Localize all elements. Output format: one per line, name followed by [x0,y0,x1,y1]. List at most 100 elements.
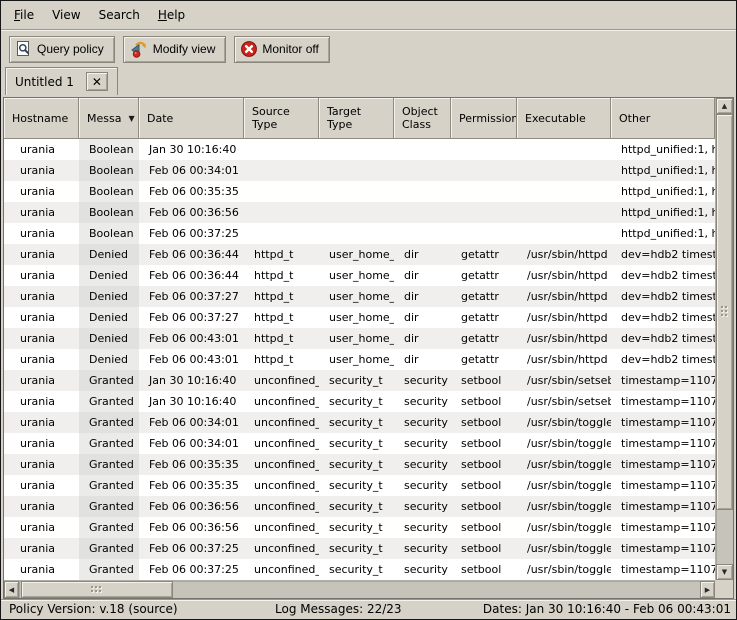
table-row[interactable]: uraniaBooleanFeb 06 00:35:35httpd_unifie… [4,181,715,202]
cell-executable: /usr/sbin/toggle [517,454,611,475]
cell-target-type: security_t [319,412,394,433]
cell-permission: setbool [451,370,517,391]
cell-target-type: user_home_ [319,286,394,307]
horizontal-scroll-thumb[interactable] [21,581,173,598]
cell-date: Feb 06 00:37:25 [139,559,244,580]
cell-other: dev=hdb2 timesta [611,265,715,286]
scroll-right-button[interactable]: ▶ [700,581,715,598]
table-row[interactable]: uraniaGrantedFeb 06 00:36:56unconfined_s… [4,517,715,538]
column-header-object-class[interactable]: Object Class [394,98,451,139]
cell-executable: /usr/sbin/toggle [517,559,611,580]
cell-permission: setbool [451,475,517,496]
cell-message: Granted [79,454,139,475]
column-header-other[interactable]: Other [611,98,715,139]
cell-other: dev=hdb2 timesta [611,349,715,370]
column-header-label: Messa [87,112,121,125]
scroll-up-button[interactable]: ▲ [716,98,733,114]
table-row[interactable]: uraniaBooleanFeb 06 00:34:01httpd_unifie… [4,160,715,181]
query-policy-button[interactable]: Query policy [9,36,115,63]
cell-date: Feb 06 00:36:44 [139,244,244,265]
menu-item-file[interactable]: File [5,5,43,25]
cell-target-type: security_t [319,391,394,412]
cell-date: Feb 06 00:35:35 [139,454,244,475]
cell-object-class [394,223,451,244]
vertical-scrollbar[interactable]: ▲ ▼ [715,98,733,580]
menu-item-help[interactable]: Help [149,5,194,25]
cell-date: Jan 30 10:16:40 [139,391,244,412]
monitor-off-button[interactable]: Monitor off [234,36,329,63]
menu-item-search[interactable]: Search [90,5,149,25]
cell-source-type: unconfined_ [244,433,319,454]
table-row[interactable]: uraniaGrantedJan 30 10:16:40unconfined_s… [4,391,715,412]
column-header-source-type[interactable]: Source Type [244,98,319,139]
cell-source-type: unconfined_ [244,517,319,538]
table-row[interactable]: uraniaDeniedFeb 06 00:36:44httpd_tuser_h… [4,265,715,286]
cell-permission: getattr [451,244,517,265]
table-row[interactable]: uraniaDeniedFeb 06 00:37:27httpd_tuser_h… [4,307,715,328]
cell-object-class: dir [394,349,451,370]
cell-date: Feb 06 00:35:35 [139,181,244,202]
scroll-left-button[interactable]: ◀ [4,581,19,598]
table-row[interactable]: uraniaBooleanFeb 06 00:36:56httpd_unifie… [4,202,715,223]
table-row[interactable]: uraniaGrantedFeb 06 00:36:56unconfined_s… [4,496,715,517]
cell-other: dev=hdb2 timesta [611,244,715,265]
cell-permission: setbool [451,454,517,475]
column-header-label: Hostname [12,112,68,125]
cell-message: Denied [79,349,139,370]
horizontal-scroll-track[interactable] [19,581,700,598]
table-row[interactable]: uraniaGrantedJan 30 10:16:40unconfined_s… [4,370,715,391]
thumb-grip [721,306,729,318]
cell-date: Feb 06 00:36:56 [139,202,244,223]
table-row[interactable]: uraniaDeniedFeb 06 00:37:27httpd_tuser_h… [4,286,715,307]
tab-untitled-1[interactable]: Untitled 1 ✕ [5,67,118,95]
scroll-down-button[interactable]: ▼ [716,564,733,580]
vertical-scroll-thumb[interactable] [716,114,733,510]
cell-source-type: unconfined_ [244,370,319,391]
cell-message: Granted [79,517,139,538]
arrow-right-icon: ▶ [705,586,710,594]
column-header-permission[interactable]: Permission [451,98,517,139]
table-row[interactable]: uraniaGrantedFeb 06 00:34:01unconfined_s… [4,433,715,454]
tab-close-button[interactable]: ✕ [86,72,108,91]
tab-strip: Untitled 1 ✕ [1,67,736,95]
cell-date: Feb 06 00:35:35 [139,475,244,496]
cell-source-type: unconfined_ [244,496,319,517]
cell-target-type [319,181,394,202]
cell-message: Boolean [79,181,139,202]
cell-hostname: urania [4,391,79,412]
column-header-label: Executable [525,112,586,125]
horizontal-scrollbar[interactable]: ◀ ▶ [4,580,715,598]
column-header-executable[interactable]: Executable [517,98,611,139]
cell-hostname: urania [4,370,79,391]
cell-date: Feb 06 00:36:44 [139,265,244,286]
table-row[interactable]: uraniaGrantedFeb 06 00:35:35unconfined_s… [4,454,715,475]
modify-view-button[interactable]: Modify view [123,36,227,63]
table-row[interactable]: uraniaDeniedFeb 06 00:36:44httpd_tuser_h… [4,244,715,265]
cell-other: dev=hdb2 timesta [611,307,715,328]
cell-hostname: urania [4,559,79,580]
table-row[interactable]: uraniaDeniedFeb 06 00:43:01httpd_tuser_h… [4,349,715,370]
cell-other: httpd_unified:1, h [611,181,715,202]
cell-permission [451,139,517,160]
cell-object-class: dir [394,286,451,307]
app-window: FileViewSearchHelp Query policy Modify vi… [0,0,737,620]
column-header-hostname[interactable]: Hostname [4,98,79,139]
vertical-scroll-track[interactable] [716,114,733,564]
column-header-message[interactable]: Messa▼ [79,98,139,139]
menu-item-view[interactable]: View [43,5,89,25]
column-header-date[interactable]: Date [139,98,244,139]
cell-permission: getattr [451,286,517,307]
table-row[interactable]: uraniaGrantedFeb 06 00:34:01unconfined_s… [4,412,715,433]
table-row[interactable]: uraniaGrantedFeb 06 00:35:35unconfined_s… [4,475,715,496]
table-row[interactable]: uraniaGrantedFeb 06 00:37:25unconfined_s… [4,538,715,559]
cell-executable: /usr/sbin/toggle [517,475,611,496]
table-row[interactable]: uraniaBooleanFeb 06 00:37:25httpd_unifie… [4,223,715,244]
table-row[interactable]: uraniaGrantedFeb 06 00:37:25unconfined_s… [4,559,715,580]
table-row[interactable]: uraniaBooleanJan 30 10:16:40httpd_unifie… [4,139,715,160]
cell-date: Feb 06 00:43:01 [139,349,244,370]
table-row[interactable]: uraniaDeniedFeb 06 00:43:01httpd_tuser_h… [4,328,715,349]
cell-executable: /usr/sbin/toggle [517,538,611,559]
column-header-target-type[interactable]: Target Type [319,98,394,139]
cell-source-type: unconfined_ [244,391,319,412]
toolbar: Query policy Modify view Monitor off [1,31,736,67]
